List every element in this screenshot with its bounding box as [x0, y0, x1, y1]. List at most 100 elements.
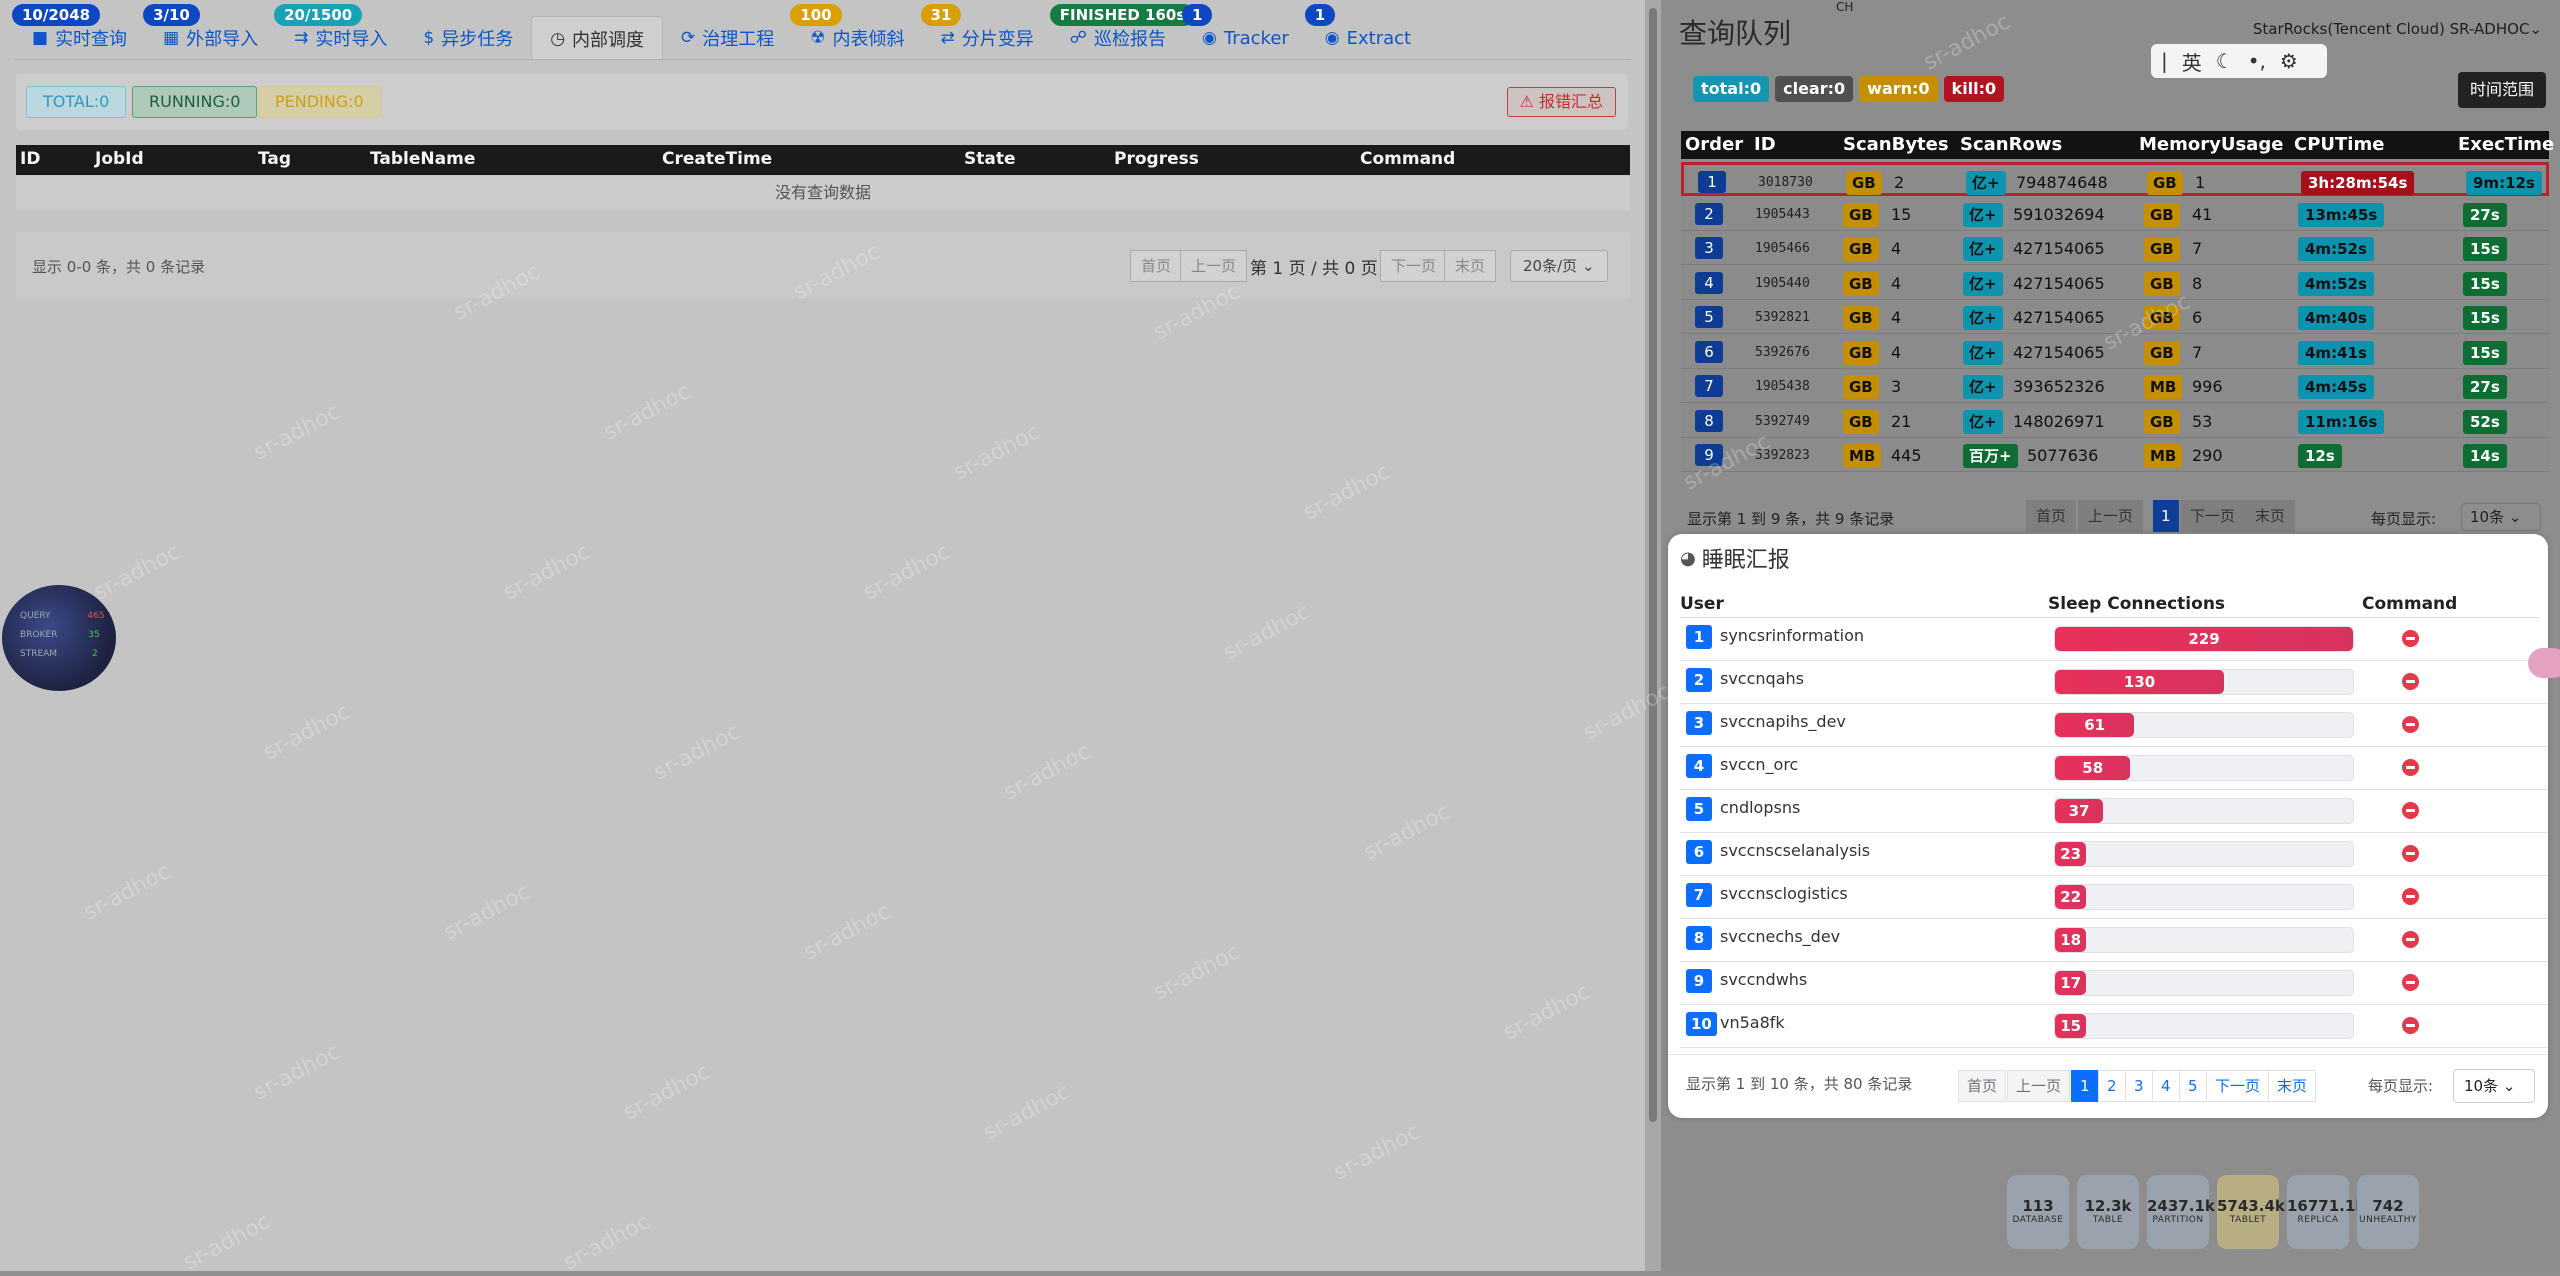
col-createtime[interactable]: CreateTime	[662, 149, 772, 169]
stat-table[interactable]: 12.3k TABLE	[2077, 1175, 2139, 1249]
queue-row[interactable]: 4 1905440 GB 4 亿+ 427154065 GB 8 4m:52s 15s	[1681, 265, 2549, 300]
ime-toolbar[interactable]: | 英 ☾ •, ⚙	[2151, 44, 2327, 78]
col-scanbytes[interactable]: ScanBytes	[1843, 134, 1949, 155]
kill-connection-icon[interactable]	[2402, 802, 2419, 819]
running-pill[interactable]: RUNNING:0	[132, 86, 258, 118]
prev-page-button[interactable]: 上一页	[1180, 250, 1248, 282]
tab-table-skew[interactable]: 100 ☢ 内表倾斜	[790, 4, 922, 60]
load-gauge[interactable]: QUERY 465 BROKER 35 STREAM 2	[2, 585, 116, 691]
col-scanrows[interactable]: ScanRows	[1960, 134, 2062, 155]
next-page-button[interactable]: 下一页	[2206, 1070, 2270, 1102]
first-page-button[interactable]: 首页	[1130, 250, 1183, 282]
col-command[interactable]: Command	[2362, 594, 2457, 614]
page-2-button[interactable]: 2	[2098, 1070, 2126, 1102]
queue-row[interactable]: 3 1905466 GB 4 亿+ 427154065 GB 7 4m:52s 15s	[1681, 231, 2549, 265]
stat-database[interactable]: 113 DATABASE	[2007, 1175, 2069, 1249]
query-id[interactable]: 3018730	[1758, 175, 1813, 190]
tab-external-import[interactable]: 3/10 ▦ 外部导入	[143, 4, 276, 60]
kill-connection-icon[interactable]	[2402, 888, 2419, 905]
stat-partition[interactable]: 2437.1k PARTITION	[2147, 1175, 2215, 1249]
per-page-select[interactable]: 10条 ⌄	[2453, 1069, 2535, 1103]
queue-row[interactable]: 2 1905443 GB 15 亿+ 591032694 GB 41 13m:45s 27s	[1681, 196, 2549, 231]
tab-tablet-mutation[interactable]: 31 ⇄ 分片变异	[920, 4, 1052, 60]
kill-connection-icon[interactable]	[2402, 673, 2419, 690]
col-state[interactable]: State	[964, 149, 1016, 169]
tab-inspection-report[interactable]: FINISHED 160s ☍ 巡检报告	[1049, 4, 1196, 60]
total-pill[interactable]: TOTAL:0	[26, 86, 127, 118]
queue-row[interactable]: 8 5392749 GB 21 亿+ 148026971 GB 53 11m:16s 52s	[1681, 403, 2549, 438]
tab-internal-schedule[interactable]: ◷ 内部调度	[531, 16, 664, 60]
first-page-button[interactable]: 首页	[1958, 1070, 2007, 1102]
time-range-button[interactable]: 时间范围	[2457, 72, 2546, 108]
query-id[interactable]: 1905438	[1755, 379, 1810, 394]
queue-row[interactable]: 9 5392823 MB 445 百万+ 5077636 MB 290 12s 14s	[1681, 438, 2549, 472]
kill-connection-icon[interactable]	[2402, 845, 2419, 862]
page-4-button[interactable]: 4	[2152, 1070, 2180, 1102]
last-page-button[interactable]: 末页	[1444, 250, 1497, 282]
tab-realtime-import[interactable]: 20/1500 ⇉ 实时导入	[274, 4, 405, 60]
moon-icon[interactable]: ☾	[2216, 49, 2234, 73]
col-id[interactable]: ID	[20, 149, 40, 169]
col-tablename[interactable]: TableName	[370, 149, 475, 169]
queue-row[interactable]: 6 5392676 GB 4 亿+ 427154065 GB 7 4m:41s 15s	[1681, 334, 2549, 369]
query-id[interactable]: 5392676	[1755, 345, 1810, 360]
page-size-select[interactable]: 20条/页 ⌄	[1510, 250, 1608, 282]
col-tag[interactable]: Tag	[258, 149, 291, 169]
page-5-button[interactable]: 5	[2179, 1070, 2207, 1102]
query-id[interactable]: 5392823	[1755, 448, 1810, 463]
stat-tablet[interactable]: 5743.4k TABLET	[2217, 1175, 2285, 1249]
last-page-button[interactable]: 末页	[2268, 1070, 2317, 1102]
error-summary-button[interactable]: ⚠ 报错汇总	[1506, 87, 1616, 117]
ime-lang[interactable]: 英	[2182, 47, 2202, 76]
scrollbar-thumb[interactable]	[1649, 8, 1657, 1122]
queue-row[interactable]: 5 5392821 GB 4 亿+ 427154065 GB 6 4m:40s 15s	[1681, 300, 2549, 334]
page-1-button[interactable]: 1	[2071, 1070, 2099, 1102]
col-exectime[interactable]: ExecTime	[2458, 134, 2554, 155]
col-jobid[interactable]: JobId	[95, 149, 144, 169]
kill-connection-icon[interactable]	[2402, 716, 2419, 733]
col-order[interactable]: Order	[1685, 134, 1743, 155]
tab-governance[interactable]: ⟳ 治理工程	[663, 16, 792, 60]
col-progress[interactable]: Progress	[1114, 149, 1199, 169]
tab-realtime-query[interactable]: 10/2048 ■ 实时查询	[12, 4, 145, 60]
page-3-button[interactable]: 3	[2125, 1070, 2153, 1102]
last-page-button[interactable]: 末页	[2245, 500, 2296, 532]
tab-tracker[interactable]: 1 ◉ Tracker	[1182, 4, 1307, 60]
page-1-button[interactable]: 1	[2153, 500, 2179, 532]
clear-chip[interactable]: clear:0	[1775, 76, 1854, 102]
col-user[interactable]: User	[1680, 594, 1724, 614]
next-page-button[interactable]: 下一页	[2180, 500, 2246, 532]
gear-icon[interactable]: ⚙	[2280, 49, 2298, 73]
query-id[interactable]: 1905466	[1755, 241, 1810, 256]
col-cputime[interactable]: CPUTime	[2294, 134, 2384, 155]
kill-connection-icon[interactable]	[2402, 931, 2419, 948]
prev-page-button[interactable]: 上一页	[2007, 1070, 2071, 1102]
kill-connection-icon[interactable]	[2402, 630, 2419, 647]
col-id[interactable]: ID	[1754, 134, 1776, 155]
query-id[interactable]: 1905440	[1755, 276, 1810, 291]
query-id[interactable]: 1905443	[1755, 207, 1810, 222]
next-page-button[interactable]: 下一页	[1380, 250, 1448, 282]
pane-scrollbar[interactable]	[1645, 0, 1661, 1271]
pending-pill[interactable]: PENDING:0	[258, 86, 381, 118]
query-id[interactable]: 5392821	[1755, 310, 1810, 325]
col-command[interactable]: Command	[1360, 149, 1455, 169]
per-page-select[interactable]: 10条 ⌄	[2461, 503, 2541, 531]
stat-replica[interactable]: 16771.1k REPLICA	[2287, 1175, 2365, 1249]
cluster-select[interactable]: StarRocks(Tencent Cloud) SR-ADHOC⌄	[2253, 20, 2542, 38]
tab-extract[interactable]: 1 ◉ Extract	[1304, 4, 1429, 60]
warn-chip[interactable]: warn:0	[1859, 76, 1938, 102]
tab-async-task[interactable]: $ 异步任务	[405, 16, 531, 60]
query-id[interactable]: 5392749	[1755, 414, 1810, 429]
kill-connection-icon[interactable]	[2402, 974, 2419, 991]
side-assistant-bubble[interactable]	[2528, 648, 2560, 678]
kill-connection-icon[interactable]	[2402, 1017, 2419, 1034]
col-memoryusage[interactable]: MemoryUsage	[2139, 134, 2283, 155]
queue-row[interactable]: 1 3018730 GB 2 亿+ 794874648 GB 1 3h:28m:54s 9m:12…	[1681, 162, 2549, 196]
kill-connection-icon[interactable]	[2402, 759, 2419, 776]
punctuation-icon[interactable]: •,	[2248, 49, 2266, 73]
first-page-button[interactable]: 首页	[2026, 500, 2077, 532]
col-sleep-connections[interactable]: Sleep Connections	[2048, 594, 2225, 614]
stat-unhealthy[interactable]: 742 UNHEALTHY	[2357, 1175, 2419, 1249]
kill-chip[interactable]: kill:0	[1943, 76, 2005, 102]
